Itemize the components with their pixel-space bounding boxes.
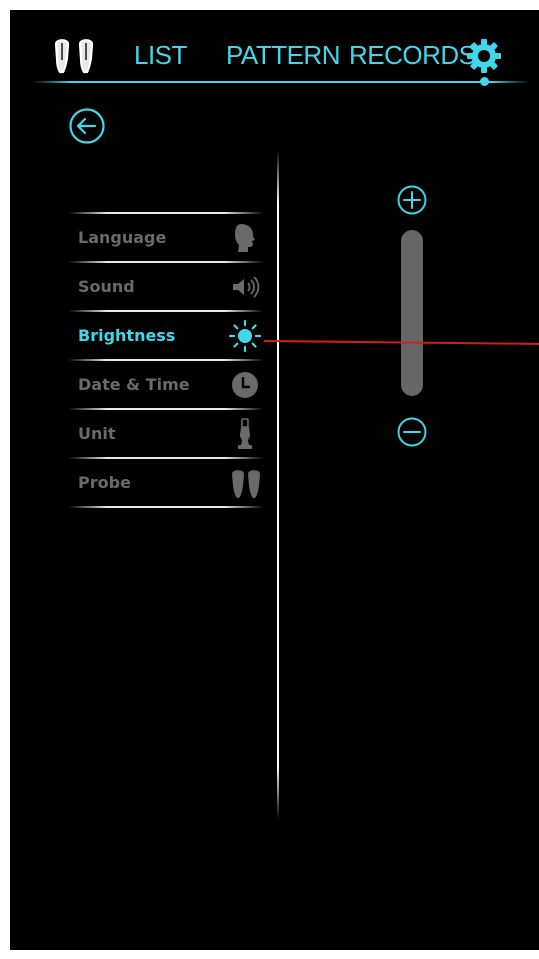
active-tab-indicator bbox=[480, 77, 489, 86]
menu-item-probe[interactable]: Probe bbox=[68, 459, 268, 506]
menu-item-brightness[interactable]: Brightness bbox=[68, 312, 268, 359]
menu-item-unit[interactable]: Unit bbox=[68, 410, 268, 457]
menu-item-label: Sound bbox=[78, 277, 135, 296]
tab-pattern[interactable]: PATTERN bbox=[226, 40, 340, 71]
vertical-divider bbox=[277, 150, 279, 820]
speaker-icon bbox=[233, 276, 260, 298]
plus-circle-icon[interactable] bbox=[396, 184, 428, 216]
menu-item-label: Probe bbox=[78, 473, 131, 492]
menu-item-label: Brightness bbox=[78, 326, 176, 345]
menu-divider bbox=[68, 506, 264, 508]
speaking-head-icon bbox=[235, 224, 255, 252]
earbud-probe-icon bbox=[232, 470, 260, 498]
clock-icon bbox=[232, 372, 258, 398]
tab-list[interactable]: LIST bbox=[134, 40, 187, 71]
top-navigation: LIST PATTERN RECORDS bbox=[10, 10, 539, 95]
sun-icon bbox=[228, 319, 262, 353]
menu-item-date-time[interactable]: Date & Time bbox=[68, 361, 268, 408]
nav-underline bbox=[32, 81, 530, 83]
device-screen: LIST PATTERN RECORDS Language Sound Brig… bbox=[10, 10, 539, 950]
tab-records[interactable]: RECORDS bbox=[349, 40, 476, 71]
menu-item-label: Date & Time bbox=[78, 375, 190, 394]
menu-item-label: Language bbox=[78, 228, 167, 247]
settings-menu: Language Sound Brightness Date & Time Un… bbox=[68, 212, 268, 508]
menu-item-language[interactable]: Language bbox=[68, 214, 268, 261]
menu-item-label: Unit bbox=[78, 424, 116, 443]
brightness-slider bbox=[390, 180, 434, 450]
gear-icon[interactable] bbox=[466, 38, 502, 74]
minus-circle-icon[interactable] bbox=[396, 416, 428, 448]
probe-device-icon bbox=[238, 418, 252, 449]
menu-item-sound[interactable]: Sound bbox=[68, 263, 268, 310]
earbud-pair-icon[interactable] bbox=[50, 38, 102, 74]
brightness-track[interactable] bbox=[401, 230, 423, 396]
back-arrow-icon[interactable] bbox=[68, 107, 106, 145]
